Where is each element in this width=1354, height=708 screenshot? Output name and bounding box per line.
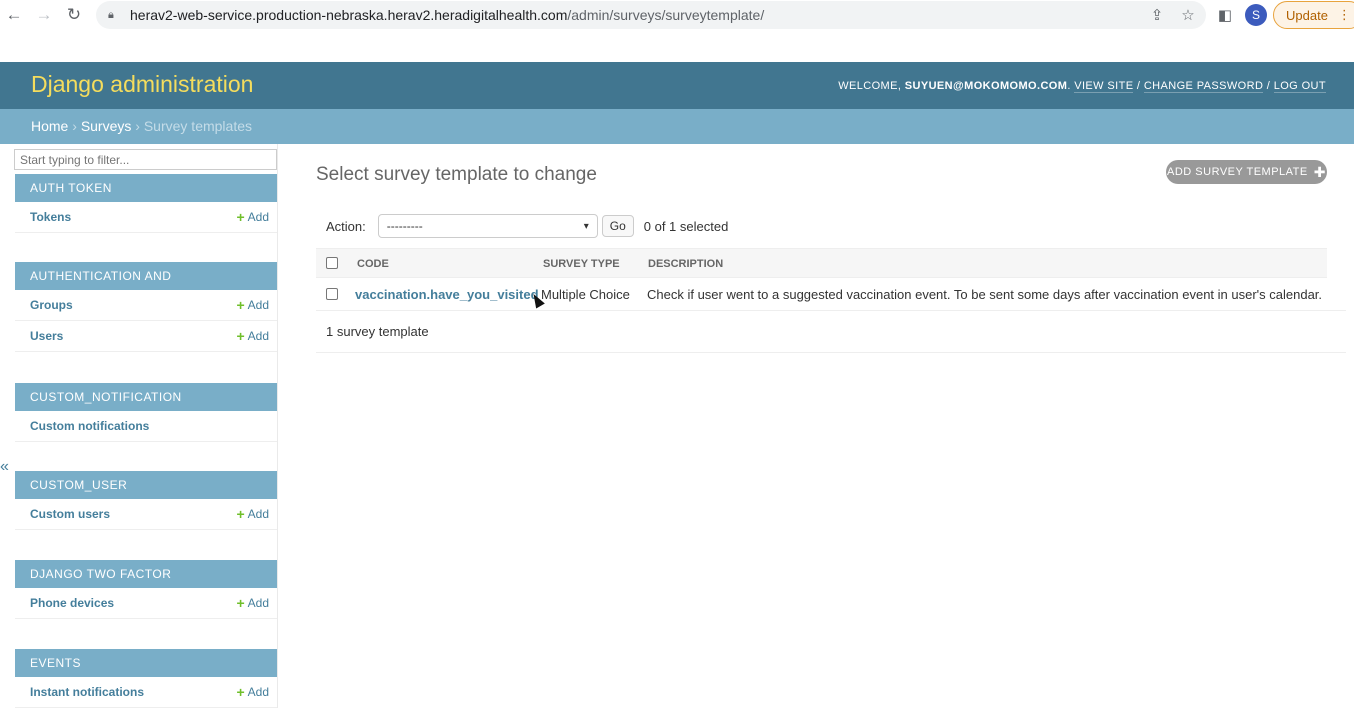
plus-icon: ✚	[1313, 163, 1326, 180]
sidebar-model-row: Users + Add	[15, 321, 277, 352]
nav-sidebar: AUTH TOKENTokens+AddAUTHENTICATION AND A…	[14, 144, 278, 708]
reload-icon[interactable]: ↻	[63, 4, 85, 26]
sidebar-model-link[interactable]: Tokens	[30, 210, 71, 224]
add-button-label: ADD SURVEY TEMPLATE	[1167, 166, 1308, 178]
breadcrumb-surveys[interactable]: Surveys	[81, 118, 132, 134]
add-plus-icon: +	[236, 209, 245, 225]
app-module: DJANGO TWO FACTOR AUTHENTICATION Phone de…	[15, 560, 277, 619]
go-button[interactable]: Go	[601, 215, 634, 237]
sidebar-add-label: Add	[247, 596, 269, 610]
sidebar-add-label: Add	[247, 685, 269, 699]
app-module-title[interactable]: CUSTOM_NOTIFICATION	[15, 383, 277, 411]
app-module-title[interactable]: AUTHENTICATION AND AUTHORIZATION	[15, 262, 277, 311]
sidebar-model-link[interactable]: Phone devices	[30, 596, 114, 610]
add-plus-icon: +	[236, 506, 245, 522]
page-title: Select survey template to change	[316, 164, 597, 185]
sidebar-add-link[interactable]: + Add	[236, 595, 269, 611]
table-row: vaccination.have_you_visited Multiple Ch…	[316, 279, 1346, 311]
row-description: Check if user went to a suggested vaccin…	[647, 287, 1323, 302]
sidebar-collapse-icon[interactable]: «	[0, 458, 9, 476]
update-button[interactable]: Update ⋮	[1273, 1, 1354, 29]
action-select[interactable]: --------- ▾	[377, 214, 598, 238]
sidebar-add-link[interactable]: + Add	[236, 684, 269, 700]
column-header-survey-type[interactable]: SURVEY TYPE	[543, 258, 620, 270]
breadcrumb-current: Survey templates	[143, 118, 253, 134]
app-module-title[interactable]: AUTH TOKEN	[15, 174, 277, 202]
sidebar-add-label: Add	[247, 329, 269, 343]
sidebar-add-label: Add	[247, 507, 269, 521]
site-branding[interactable]: Django administration	[31, 71, 253, 98]
sidebar-model-row: Custom notifications	[15, 411, 277, 442]
lock-icon: 🔒︎	[108, 8, 114, 21]
profile-avatar[interactable]: S	[1245, 4, 1267, 26]
breadcrumb: Home › Surveys › Survey templates	[0, 109, 1354, 144]
app-module: AUTH TOKEN Tokens + Add	[15, 174, 277, 233]
sidebar-model-link[interactable]: Groups	[30, 298, 73, 312]
chevron-down-icon: ▾	[583, 220, 589, 232]
log-out-link[interactable]: LOG OUT	[1273, 80, 1326, 93]
column-header-code[interactable]: CODE	[357, 258, 389, 270]
row-checkbox[interactable]	[326, 288, 338, 300]
app-module: AUTHENTICATION AND AUTHORIZATION Groups + A…	[15, 262, 277, 352]
back-icon[interactable]: ←	[3, 4, 25, 26]
paginator: 1 survey template	[316, 312, 1346, 353]
action-label: Action:	[326, 218, 366, 234]
app-module-title[interactable]: DJANGO TWO FACTOR AUTHENTICATION	[15, 560, 277, 609]
bookmark-star-icon[interactable]: ☆	[1177, 4, 1199, 26]
sidebar-add-link[interactable]: + Add	[236, 506, 269, 522]
sidebar-model-row: Tokens + Add	[15, 202, 277, 233]
row-code-link[interactable]: vaccination.have_you_visited	[355, 287, 539, 302]
browser-toolbar: ← → ↻ 🔒︎ herav2-web-service.production-n…	[0, 0, 1354, 62]
select-all-checkbox[interactable]	[326, 257, 338, 269]
app-module: EVENTS Instant notifications + Add	[15, 649, 277, 708]
app-module-title[interactable]: CUSTOM_USER	[15, 471, 277, 499]
breadcrumb-home[interactable]: Home	[31, 118, 68, 134]
add-plus-icon: +	[236, 684, 245, 700]
app-module-title[interactable]: EVENTS	[15, 649, 277, 677]
row-survey-type: Multiple Choice	[541, 287, 630, 302]
sidebar-model-link[interactable]: Users	[30, 329, 63, 343]
sidebar-model-row: Instant notifications + Add	[15, 677, 277, 708]
sidebar-model-link[interactable]: Custom users	[30, 507, 110, 521]
share-icon[interactable]: ⇪	[1146, 4, 1168, 26]
app-module: CUSTOM_NOTIFICATION Custom notifications	[15, 383, 277, 442]
menu-dots-icon: ⋮	[1337, 7, 1351, 22]
side-panel-icon[interactable]: ◧	[1214, 4, 1236, 26]
user-tools: WELCOME, SUYUEN@MOKOMOMO.COM. VIEW SITE …	[838, 80, 1326, 93]
welcome-label: WELCOME,	[838, 80, 902, 92]
username: SUYUEN@MOKOMOMO.COM	[904, 80, 1068, 92]
view-site-link[interactable]: VIEW SITE	[1074, 80, 1134, 93]
change-password-link[interactable]: CHANGE PASSWORD	[1143, 80, 1264, 93]
sidebar-model-link[interactable]: Instant notifications	[30, 685, 144, 699]
action-selected-value: ---------	[386, 219, 423, 233]
address-bar[interactable]: 🔒︎ herav2-web-service.production-nebrask…	[96, 1, 1206, 29]
sidebar-filter-input[interactable]	[14, 149, 277, 170]
update-label: Update	[1286, 7, 1328, 23]
sidebar-model-row: Custom users + Add	[15, 499, 277, 530]
url-host: herav2-web-service.production-nebraska.h…	[130, 7, 568, 23]
app-module: CUSTOM_USER Custom users + Add	[15, 471, 277, 530]
sidebar-add-link[interactable]: + Add	[236, 209, 269, 225]
forward-icon[interactable]: →	[33, 4, 55, 26]
sidebar-add-link[interactable]: + Add	[236, 297, 269, 313]
sidebar-add-link[interactable]: + Add	[236, 328, 269, 344]
url-path: /admin/surveys/surveytemplate/	[567, 7, 765, 23]
sidebar-add-label: Add	[247, 298, 269, 312]
sidebar-add-label: Add	[247, 210, 269, 224]
add-plus-icon: +	[236, 328, 245, 344]
selected-count: 0 of 1 selected	[643, 218, 729, 234]
results-table-header: CODE SURVEY TYPE DESCRIPTION	[316, 248, 1327, 278]
action-bar: Action: --------- ▾ Go 0 of 1 selected	[316, 212, 1327, 240]
add-plus-icon: +	[236, 297, 245, 313]
add-survey-template-button[interactable]: ADD SURVEY TEMPLATE ✚	[1166, 160, 1327, 184]
sidebar-model-link[interactable]: Custom notifications	[30, 419, 149, 433]
admin-header: Django administration WELCOME, SUYUEN@MO…	[0, 62, 1354, 109]
add-plus-icon: +	[236, 595, 245, 611]
column-header-description[interactable]: DESCRIPTION	[648, 258, 723, 270]
